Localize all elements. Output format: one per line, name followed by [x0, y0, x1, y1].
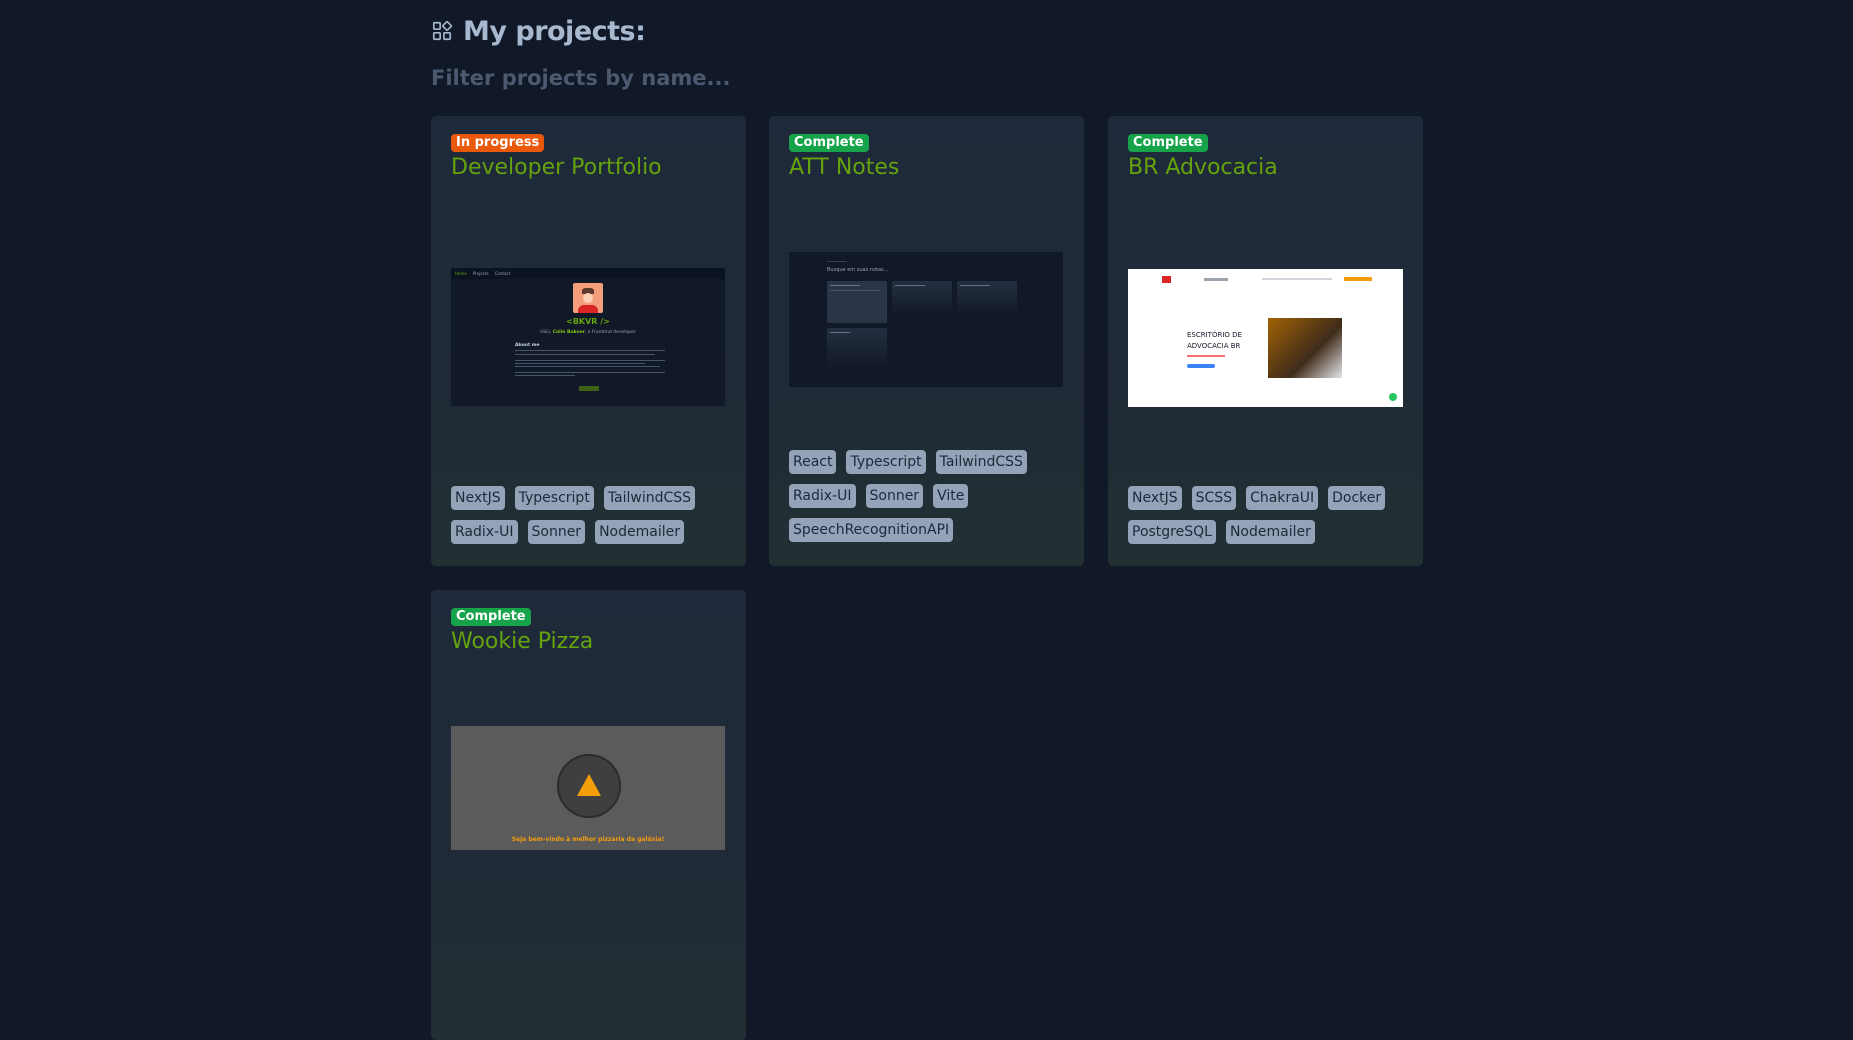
tag: Radix-UI: [451, 520, 518, 544]
project-card[interactable]: In progress Developer Portfolio Home Pro…: [431, 116, 746, 566]
project-preview-image: Seja bem-vindo à melhor pizzaria da galá…: [451, 726, 725, 850]
tag: Radix-UI: [789, 484, 856, 508]
tag: NextJS: [451, 486, 505, 510]
filter-projects-input[interactable]: [431, 60, 1131, 96]
tech-tags: React Typescript TailwindCSS Radix-UI So…: [789, 450, 1074, 542]
dashboard-icon: [432, 20, 453, 41]
tag: Vite: [933, 484, 969, 508]
project-card[interactable]: Complete BR Advocacia ESCRITÓRIO DE ADVO…: [1108, 116, 1423, 566]
project-title: Developer Portfolio: [451, 155, 662, 180]
project-preview-image: ESCRITÓRIO DE ADVOCACIA BR: [1128, 269, 1403, 407]
tag: React: [789, 450, 837, 474]
project-preview-image: Home Projects Contact <BKVR /> Hiiiii, C…: [451, 268, 725, 406]
tag: Nodemailer: [595, 520, 684, 544]
tag: TailwindCSS: [603, 486, 696, 510]
tag: TailwindCSS: [935, 450, 1027, 474]
tag: Sonner: [865, 484, 924, 508]
status-badge: In progress: [451, 134, 545, 152]
tag: Typescript: [846, 450, 926, 474]
avatar: [573, 283, 603, 313]
status-badge: Complete: [1128, 134, 1208, 152]
tech-tags: NextJS Typescript TailwindCSS Radix-UI S…: [451, 486, 736, 544]
project-card[interactable]: Complete Wookie Pizza Seja bem-vindo à m…: [431, 590, 746, 1040]
project-card[interactable]: Complete ATT Notes Busque em suas notas.…: [769, 116, 1084, 566]
tag: NextJS: [1128, 486, 1182, 510]
project-preview-image: Busque em suas notas...: [789, 252, 1063, 387]
tag: ChakraUI: [1246, 486, 1319, 510]
tag: Docker: [1328, 486, 1386, 510]
project-title: Wookie Pizza: [451, 629, 594, 654]
tech-tags: NextJS SCSS ChakraUI Docker PostgreSQL N…: [1128, 486, 1413, 544]
tag: PostgreSQL: [1128, 520, 1216, 544]
tag: Sonner: [527, 520, 586, 544]
project-title: BR Advocacia: [1128, 155, 1278, 180]
page-header: My projects:: [431, 10, 646, 52]
page-title: My projects:: [463, 15, 646, 47]
status-badge: Complete: [789, 134, 869, 152]
project-title: ATT Notes: [789, 155, 900, 180]
pizza-logo-icon: [557, 754, 621, 818]
tag: SpeechRecognitionAPI: [789, 518, 954, 542]
status-badge: Complete: [451, 608, 531, 626]
tag: SCSS: [1191, 486, 1237, 510]
tag: Typescript: [514, 486, 594, 510]
tag: Nodemailer: [1225, 520, 1315, 544]
